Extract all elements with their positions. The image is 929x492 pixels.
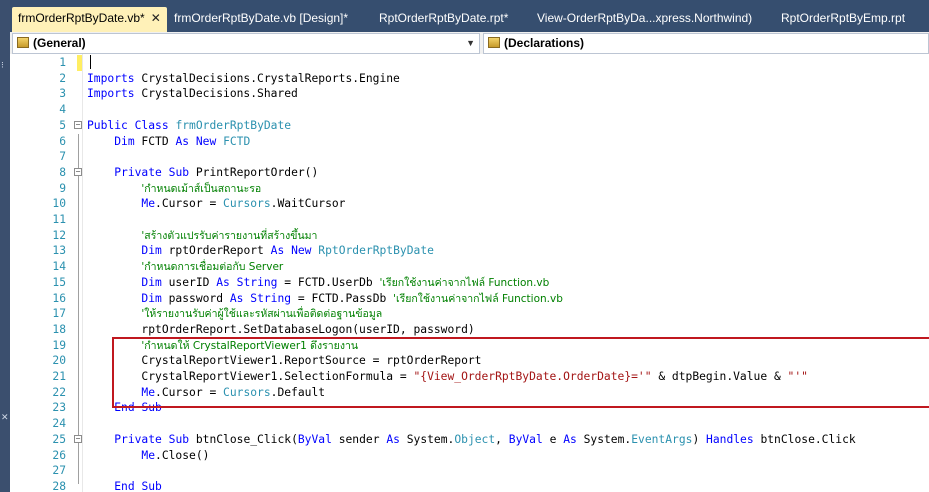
code-line[interactable]: 27 xyxy=(10,463,929,479)
code-line[interactable]: 1 xyxy=(10,55,929,71)
close-icon[interactable]: ✕ xyxy=(151,11,161,25)
text-cursor xyxy=(90,55,91,69)
code-line[interactable]: 15 Dim userID As String = FCTD.UserDb 'เ… xyxy=(10,275,929,291)
line-number: 4 xyxy=(59,103,66,117)
code-line[interactable]: 7 xyxy=(10,149,929,165)
highlight-annotation-box xyxy=(112,337,929,408)
line-number: 17 xyxy=(52,307,66,321)
line-number: 2 xyxy=(59,71,66,85)
code-text: 'ให้รายงานรับค่าผู้ใช้และรหัสผ่านเพื่อติ… xyxy=(141,308,383,321)
pin-icon[interactable]: ⁝ xyxy=(1,60,9,72)
code-line[interactable]: 28 End Sub xyxy=(10,479,929,492)
ide-window: ⁝ ✕ frmOrderRptByDate.vb* ✕ frmOrderRptBy… xyxy=(0,0,929,492)
code-line[interactable]: 6 Dim FCTD As New FCTD xyxy=(10,134,929,150)
code-text: End Sub xyxy=(114,479,162,492)
code-text: Dim rptOrderReport As New RptOrderRptByD… xyxy=(141,244,434,258)
code-text: Public Class frmOrderRptByDate xyxy=(87,118,292,132)
code-text: rptOrderReport.SetDatabaseLogon(userID, … xyxy=(87,322,475,336)
code-line[interactable]: 12 'สร้างตัวแปรรับค่ารายงานที่สร้างขึ้นม… xyxy=(10,228,929,244)
code-text: Me.Close() xyxy=(141,448,210,462)
code-text: 'กำหนดการเชื่อมต่อกับ Server xyxy=(141,261,284,274)
tab-label: RptOrderRptByEmp.rpt xyxy=(781,11,906,25)
line-number: 25 xyxy=(52,432,66,446)
tab-label: View-OrderRptByDa...xpress.Northwind) xyxy=(537,11,753,25)
member-combo[interactable]: (Declarations) xyxy=(483,33,929,54)
tab-frmorderrptbydate-design[interactable]: frmOrderRptByDate.vb [Design]* xyxy=(174,8,348,32)
line-number: 10 xyxy=(52,197,66,211)
collapse-icon[interactable]: − xyxy=(74,120,82,129)
code-line[interactable]: 17 'ให้รายงานรับค่าผู้ใช้และรหัสผ่านเพื่… xyxy=(10,306,929,322)
code-text: Me.Cursor = Cursors.WaitCursor xyxy=(141,197,346,211)
line-number: 22 xyxy=(52,385,66,399)
code-line[interactable]: 2 Imports CrystalDecisions.CrystalReports… xyxy=(10,71,929,87)
tab-rptorderrptbyemp-rpt[interactable]: RptOrderRptByEmp.rpt xyxy=(781,8,905,32)
line-number: 11 xyxy=(52,213,66,226)
line-number: 27 xyxy=(52,464,66,478)
line-number: 12 xyxy=(52,228,66,242)
code-text: Dim password As String = FCTD.PassDb 'เร… xyxy=(141,291,563,305)
tab-label: frmOrderRptByDate.vb* xyxy=(18,11,145,25)
line-number: 20 xyxy=(52,354,66,368)
code-line[interactable]: 5− Public Class frmOrderRptByDate xyxy=(10,118,929,134)
line-number: 16 xyxy=(52,291,66,305)
code-text: Private Sub PrintReportOrder() xyxy=(114,165,319,179)
line-number: 23 xyxy=(52,401,66,415)
collapse-icon[interactable]: − xyxy=(74,434,82,443)
line-number: 28 xyxy=(52,479,66,492)
chevron-down-icon[interactable]: ▼ xyxy=(466,34,475,53)
close-icon[interactable]: ✕ xyxy=(1,412,9,424)
line-number: 15 xyxy=(52,275,66,289)
tab-view-orderrptbydate[interactable]: View-OrderRptByDa...xpress.Northwind) xyxy=(537,8,752,32)
code-line[interactable]: 24 xyxy=(10,416,929,432)
code-text: Dim userID As String = FCTD.UserDb 'เรีย… xyxy=(141,275,550,289)
code-text: 'กำหนดเม้าส์เป็นสถานะรอ xyxy=(141,182,262,195)
change-marker xyxy=(77,55,82,71)
line-number: 7 xyxy=(59,150,66,164)
navigation-bar: (General) ▼ (Declarations) xyxy=(10,32,929,55)
line-number: 21 xyxy=(52,370,66,383)
tab-label: RptOrderRptByDate.rpt* xyxy=(379,11,509,25)
toolbox-strip[interactable]: ⁝ ✕ xyxy=(0,0,10,492)
line-number: 5 xyxy=(59,118,66,132)
code-line[interactable]: 18 rptOrderReport.SetDatabaseLogon(userI… xyxy=(10,322,929,338)
class-icon xyxy=(17,37,29,48)
code-line[interactable]: 26 Me.Close() xyxy=(10,448,929,464)
line-number: 19 xyxy=(52,338,66,352)
document-tabs: frmOrderRptByDate.vb* ✕ frmOrderRptByDate… xyxy=(10,0,929,32)
code-text: Private Sub btnClose_Click(ByVal sender … xyxy=(114,432,856,446)
class-combo-value: (General) xyxy=(33,36,86,50)
line-number: 6 xyxy=(59,134,66,148)
line-number: 3 xyxy=(59,87,66,101)
code-line[interactable]: 13 Dim rptOrderReport As New RptOrderRpt… xyxy=(10,243,929,259)
code-line[interactable]: 14 'กำหนดการเชื่อมต่อกับ Server xyxy=(10,259,929,275)
line-number: 18 xyxy=(52,322,66,336)
code-line[interactable]: 3 Imports CrystalDecisions.Shared xyxy=(10,86,929,102)
code-line[interactable]: 25− Private Sub btnClose_Click(ByVal sen… xyxy=(10,432,929,448)
code-line[interactable]: 4 xyxy=(10,102,929,118)
line-number: 24 xyxy=(52,417,66,431)
line-number: 1 xyxy=(59,56,66,69)
code-editor[interactable]: 1 2 Imports CrystalDecisions.CrystalReport… xyxy=(10,54,929,492)
line-number: 14 xyxy=(52,260,66,274)
code-line[interactable]: 16 Dim password As String = FCTD.PassDb … xyxy=(10,291,929,307)
line-number: 26 xyxy=(52,448,66,462)
collapse-icon[interactable]: − xyxy=(74,167,82,176)
method-icon xyxy=(488,37,500,48)
line-number: 8 xyxy=(59,165,66,179)
member-combo-value: (Declarations) xyxy=(504,36,585,50)
tab-label: frmOrderRptByDate.vb [Design]* xyxy=(174,11,349,25)
code-text: Imports CrystalDecisions.CrystalReports.… xyxy=(87,71,400,85)
line-number: 9 xyxy=(59,181,66,195)
tab-rptorderrptbydate-rpt[interactable]: RptOrderRptByDate.rpt* xyxy=(379,8,508,32)
code-line[interactable]: 9 'กำหนดเม้าส์เป็นสถานะรอ xyxy=(10,181,929,197)
code-text: Imports CrystalDecisions.Shared xyxy=(87,87,298,101)
code-line[interactable]: 8− Private Sub PrintReportOrder() xyxy=(10,165,929,181)
code-text: Dim FCTD As New FCTD xyxy=(114,134,251,148)
code-text: 'สร้างตัวแปรรับค่ารายงานที่สร้างขึ้นมา xyxy=(141,229,318,242)
code-line[interactable]: 11 xyxy=(10,212,929,228)
class-combo[interactable]: (General) ▼ xyxy=(12,33,480,54)
code-line[interactable]: 10 Me.Cursor = Cursors.WaitCursor xyxy=(10,196,929,212)
line-number: 13 xyxy=(52,244,66,258)
tab-frmorderrptbydate-vb[interactable]: frmOrderRptByDate.vb* ✕ xyxy=(12,7,167,32)
